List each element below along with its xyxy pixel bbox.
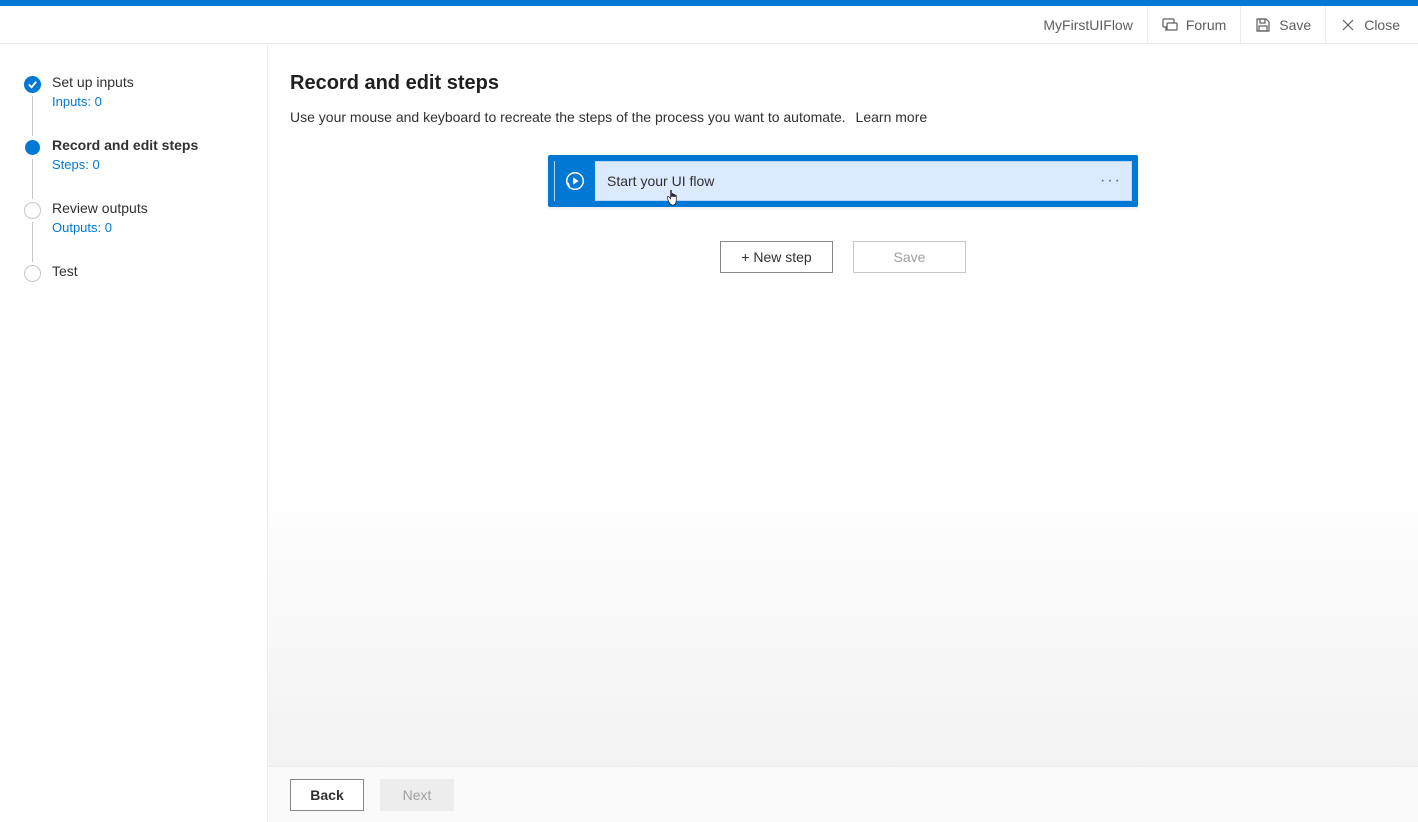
forum-label: Forum <box>1186 17 1226 33</box>
current-step-icon <box>25 140 40 155</box>
pending-step-icon <box>24 202 41 219</box>
new-step-button[interactable]: + New step <box>720 241 833 273</box>
step-subtext[interactable]: Steps: 0 <box>52 157 100 172</box>
save-icon <box>1255 17 1271 33</box>
save-button[interactable]: Save <box>1240 6 1325 43</box>
cursor-pointer-icon <box>665 188 681 208</box>
forum-icon <box>1162 17 1178 33</box>
pending-step-icon <box>24 265 41 282</box>
wizard-step-record-edit[interactable]: Record and edit steps Steps: 0 <box>24 137 247 172</box>
close-button[interactable]: Close <box>1325 6 1414 43</box>
step-title: Test <box>52 263 247 279</box>
forum-button[interactable]: Forum <box>1147 6 1240 43</box>
close-icon <box>1340 17 1356 33</box>
flow-start-label: Start your UI flow <box>595 173 1091 189</box>
content-panel: Record and edit steps Use your mouse and… <box>268 44 1418 822</box>
step-subtext[interactable]: Outputs: 0 <box>52 220 112 235</box>
page-description: Use your mouse and keyboard to recreate … <box>290 109 1396 125</box>
action-row: + New step Save <box>290 241 1396 273</box>
main-area: Set up inputs Inputs: 0 Record and edit … <box>0 44 1418 822</box>
page-title: Record and edit steps <box>290 72 1396 95</box>
save-flow-button[interactable]: Save <box>853 241 966 273</box>
step-subtext[interactable]: Inputs: 0 <box>52 94 102 109</box>
page-description-text: Use your mouse and keyboard to recreate … <box>290 109 846 125</box>
check-icon <box>24 76 41 93</box>
card-overflow-menu[interactable]: ··· <box>1091 173 1131 189</box>
wizard-sidebar: Set up inputs Inputs: 0 Record and edit … <box>0 44 268 822</box>
back-button[interactable]: Back <box>290 779 364 811</box>
wizard-step-setup-inputs[interactable]: Set up inputs Inputs: 0 <box>24 74 247 109</box>
wizard-step-review-outputs[interactable]: Review outputs Outputs: 0 <box>24 200 247 235</box>
ellipsis-icon: ··· <box>1100 173 1122 189</box>
step-title: Review outputs <box>52 200 247 216</box>
wizard-step-test[interactable]: Test <box>24 263 247 279</box>
next-button[interactable]: Next <box>380 779 454 811</box>
learn-more-link[interactable]: Learn more <box>856 109 928 125</box>
save-label: Save <box>1279 17 1311 33</box>
play-record-icon <box>555 161 595 201</box>
step-title: Record and edit steps <box>52 137 247 153</box>
flow-name-label: MyFirstUIFlow <box>1029 6 1146 43</box>
flow-start-card[interactable]: Start your UI flow ··· <box>548 155 1138 207</box>
wizard-footer: Back Next <box>268 766 1418 822</box>
header-bar: MyFirstUIFlow Forum Save Close <box>0 6 1418 44</box>
step-title: Set up inputs <box>52 74 247 90</box>
close-label: Close <box>1364 17 1400 33</box>
